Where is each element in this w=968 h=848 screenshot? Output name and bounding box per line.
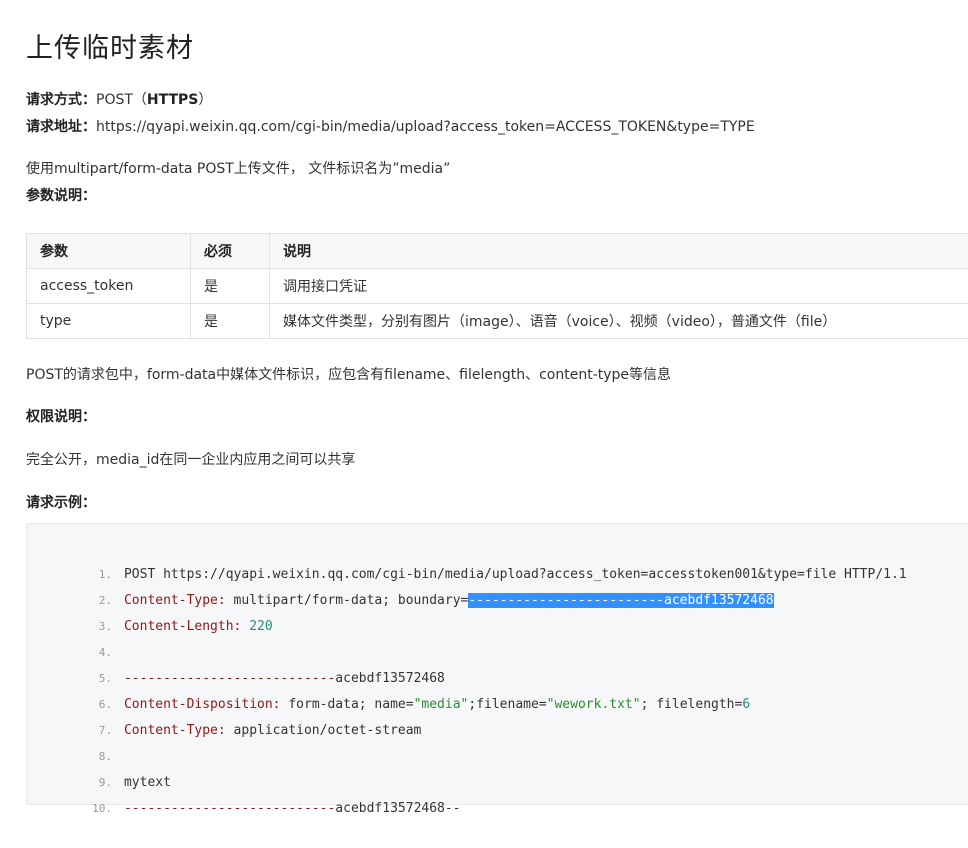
code-string: "wework.txt"	[547, 697, 641, 712]
code-line: 3.Content-Length: 220	[27, 588, 273, 614]
permission-text: 完全公开，media_id在同一企业内应用之间可以共享	[26, 449, 355, 469]
request-method-label: 请求方式：	[26, 92, 96, 108]
col-header-required: 必须	[191, 234, 270, 269]
intro-text: 使用multipart/form-data POST上传文件， 文件标识名为”m…	[26, 158, 450, 178]
code-line: 6.Content-Disposition: form-data; name="…	[27, 666, 750, 692]
code-key: Content-Length:	[124, 619, 241, 634]
code-line: 7.Content-Type: application/octet-stream	[27, 692, 421, 718]
code-number: 220	[241, 619, 272, 634]
code-line: 4.	[27, 614, 124, 640]
code-key: Content-Type:	[124, 723, 226, 738]
table-header-row: 参数 必须 说明	[27, 234, 968, 269]
col-header-param: 参数	[27, 234, 191, 269]
code-line: 10.---------------------------acebdf1357…	[27, 770, 461, 796]
post-note: POST的请求包中，form-data中媒体文件标识，应包含有filename、…	[26, 364, 671, 384]
code-line: 2.Content-Type: multipart/form-data; bou…	[27, 562, 774, 588]
param-required: 是	[191, 269, 270, 304]
col-header-desc: 说明	[270, 234, 968, 269]
request-address: 请求地址：https://qyapi.weixin.qq.com/cgi-bin…	[26, 116, 755, 136]
code-line: 8.	[27, 718, 124, 744]
code-string: "media"	[414, 697, 469, 712]
request-address-label: 请求地址：	[26, 119, 96, 135]
example-heading: 请求示例：	[26, 492, 96, 512]
code-text: acebdf13572468--	[335, 801, 460, 816]
request-method: 请求方式：POST（HTTPS）	[26, 89, 212, 109]
code-text: application/octet-stream	[226, 723, 422, 738]
request-address-url[interactable]: https://qyapi.weixin.qq.com/cgi-bin/medi…	[96, 119, 755, 135]
line-number: 10.	[74, 796, 112, 822]
param-name: access_token	[27, 269, 191, 304]
code-dashes: ---------------------------	[124, 801, 335, 816]
code-text: ;filename=	[468, 697, 546, 712]
param-name: type	[27, 304, 191, 339]
table-row: type 是 媒体文件类型，分别有图片（image）、语音（voice）、视频（…	[27, 304, 968, 339]
selected-text[interactable]: -------------------------acebdf13572468	[468, 593, 773, 608]
param-desc: 媒体文件类型，分别有图片（image）、语音（voice）、视频（video），…	[270, 304, 968, 339]
table-row: access_token 是 调用接口凭证	[27, 269, 968, 304]
params-table: 参数 必须 说明 access_token 是 调用接口凭证 type 是 媒体…	[26, 233, 968, 339]
page-title: 上传临时素材	[26, 26, 194, 65]
permission-heading: 权限说明：	[26, 406, 96, 426]
params-heading: 参数说明：	[26, 185, 96, 205]
param-required: 是	[191, 304, 270, 339]
code-number: 6	[742, 697, 750, 712]
code-line: 1.POST https://qyapi.weixin.qq.com/cgi-b…	[27, 536, 907, 562]
code-line: 5.---------------------------acebdf13572…	[27, 640, 445, 666]
request-method-https: HTTPS	[147, 92, 198, 108]
request-method-value-post: ）	[198, 92, 212, 108]
request-method-value-pre: POST（	[96, 92, 147, 108]
code-line: 9.mytext	[27, 744, 171, 770]
code-block[interactable]: 1.POST https://qyapi.weixin.qq.com/cgi-b…	[26, 523, 968, 805]
code-text: ; filelength=	[641, 697, 743, 712]
param-desc: 调用接口凭证	[270, 269, 968, 304]
